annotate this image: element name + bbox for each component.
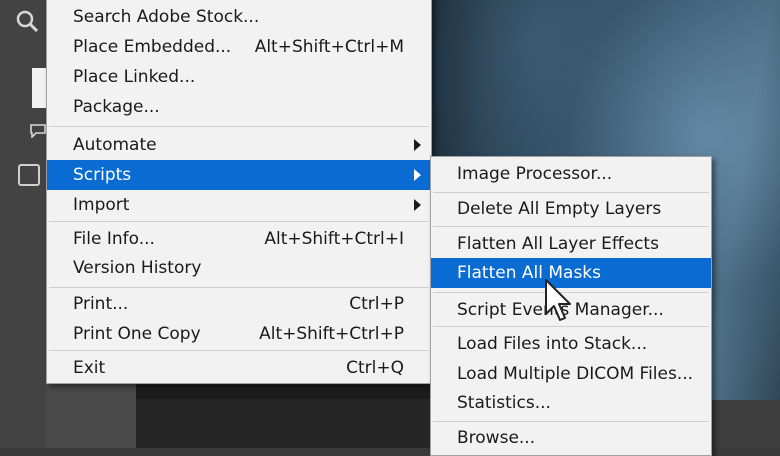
menu-item-print-one-copy[interactable]: Print One Copy Alt+Shift+Ctrl+P — [47, 319, 431, 349]
workspace-background-right — [712, 400, 780, 448]
menu-item-package[interactable]: Package... — [47, 92, 431, 122]
menu-separator — [433, 326, 709, 327]
shortcut-label: Ctrl+P — [349, 294, 404, 314]
shortcut-label: Alt+Shift+Ctrl+I — [264, 229, 404, 249]
mouse-cursor-icon — [545, 279, 571, 321]
shortcut-label: Alt+Shift+Ctrl+P — [259, 324, 404, 344]
submenu-item-browse[interactable]: Browse... — [431, 423, 711, 453]
menu-item-file-info[interactable]: File Info... Alt+Shift+Ctrl+I — [47, 224, 431, 254]
shortcut-label: Ctrl+Q — [346, 358, 404, 378]
submenu-item-load-files-into-stack[interactable]: Load Files into Stack... — [431, 329, 711, 359]
submenu-arrow-icon — [414, 199, 421, 211]
menu-item-automate[interactable]: Automate — [47, 130, 431, 160]
submenu-item-flatten-all-layer-effects[interactable]: Flatten All Layer Effects — [431, 229, 711, 259]
menu-separator — [49, 287, 429, 288]
menu-separator — [433, 421, 709, 422]
submenu-item-image-processor[interactable]: Image Processor... — [431, 159, 711, 189]
foreground-color-swatch[interactable] — [32, 68, 46, 108]
menu-separator — [49, 221, 429, 222]
submenu-item-load-multiple-dicom-files[interactable]: Load Multiple DICOM Files... — [431, 359, 711, 389]
submenu-arrow-icon — [414, 169, 421, 181]
submenu-arrow-icon — [414, 139, 421, 151]
menu-item-place-embedded[interactable]: Place Embedded... Alt+Shift+Ctrl+M — [47, 32, 431, 62]
menu-item-place-linked[interactable]: Place Linked... — [47, 62, 431, 92]
menu-separator — [433, 192, 709, 193]
canvas-edge — [136, 385, 436, 399]
zoom-tool-icon[interactable] — [16, 10, 38, 32]
menu-item-search-adobe-stock[interactable]: Search Adobe Stock... — [47, 2, 431, 32]
menu-item-version-history[interactable]: Version History — [47, 253, 431, 283]
menu-item-print[interactable]: Print... Ctrl+P — [47, 289, 431, 319]
menu-separator — [49, 126, 429, 127]
frame-tool-icon[interactable] — [18, 164, 40, 186]
menu-item-import[interactable]: Import — [47, 190, 431, 220]
menu-item-exit[interactable]: Exit Ctrl+Q — [47, 353, 431, 383]
file-menu: Search Adobe Stock... Place Embedded... … — [46, 0, 432, 384]
menu-item-scripts[interactable]: Scripts — [47, 160, 431, 190]
comment-tool-icon[interactable] — [30, 124, 46, 138]
menu-separator — [433, 226, 709, 227]
menu-separator — [49, 350, 429, 351]
shortcut-label: Alt+Shift+Ctrl+M — [254, 37, 404, 57]
submenu-item-statistics[interactable]: Statistics... — [431, 388, 711, 418]
submenu-item-delete-all-empty-layers[interactable]: Delete All Empty Layers — [431, 194, 711, 224]
workspace-background — [46, 382, 136, 448]
